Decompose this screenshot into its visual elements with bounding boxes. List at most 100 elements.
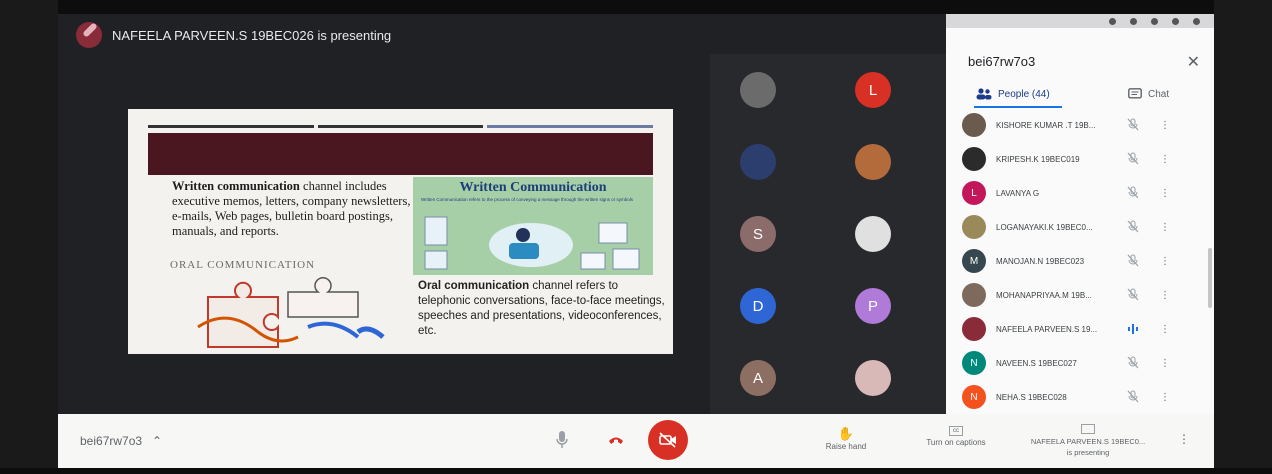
participant-avatar: N [962, 385, 986, 409]
captions-icon: cc [949, 426, 963, 436]
present-icon [1081, 424, 1095, 434]
mic-muted-icon [1126, 356, 1142, 370]
written-communication-lead: Written communication [172, 179, 300, 193]
participant-more-icon[interactable]: ⋮ [1160, 256, 1170, 267]
browser-icon[interactable] [1130, 17, 1137, 25]
more-options-icon[interactable]: ⋮ [1178, 432, 1190, 446]
tab-chat[interactable]: Chat [1128, 88, 1169, 100]
participant-row[interactable]: KISHORE KUMAR .T 19B... ⋮ [962, 108, 1212, 142]
chevron-up-icon: ⌃ [152, 434, 163, 448]
people-icon [976, 88, 992, 100]
oral-communication-lead: Oral communication [418, 280, 530, 292]
meeting-code-label: bei67rw7o3 [80, 434, 143, 448]
participant-tile[interactable] [855, 144, 891, 180]
participant-more-icon[interactable]: ⋮ [1160, 188, 1170, 199]
mic-muted-icon [1126, 152, 1142, 166]
close-icon[interactable]: ✕ [1187, 52, 1200, 72]
presentation-indicator[interactable]: NAFEELA PARVEEN.S 19BEC0... is presentin… [1018, 424, 1158, 458]
presenter-label: NAFEELA PARVEEN.S 19BEC026 is presenting [112, 27, 392, 43]
participant-more-icon[interactable]: ⋮ [1160, 392, 1170, 403]
participant-avatar: N [962, 351, 986, 375]
participant-more-icon[interactable]: ⋮ [1160, 324, 1170, 335]
mic-muted-icon [1126, 288, 1142, 302]
raise-hand-button[interactable]: ✋ Raise hand [816, 426, 876, 451]
participant-tile[interactable]: S [740, 216, 776, 252]
monitor-bezel-top [0, 0, 1272, 14]
browser-icon[interactable] [1151, 17, 1158, 25]
participant-tile[interactable]: A [740, 360, 776, 396]
participant-avatar [962, 147, 986, 171]
puzzle-pieces-illustration [197, 277, 385, 348]
participant-tile[interactable] [855, 216, 891, 252]
browser-icon[interactable] [1193, 17, 1200, 25]
raise-hand-label: Raise hand [825, 442, 867, 451]
camera-off-icon [659, 432, 676, 448]
participant-tile[interactable]: L [855, 72, 891, 108]
participant-name: MANOJAN.N 19BEC023 [996, 256, 1085, 266]
mic-muted-icon [1126, 186, 1142, 200]
hang-up-button[interactable] [608, 434, 624, 446]
participant-row[interactable]: KRIPESH.K 19BEC019 ⋮ [962, 142, 1212, 176]
microphone-button[interactable] [555, 430, 569, 450]
chat-icon [1128, 88, 1142, 99]
participant-name: NEHA.S 19BEC028 [996, 392, 1067, 402]
participant-avatar [962, 283, 986, 307]
browser-icon[interactable] [1172, 17, 1179, 25]
written-communication-image: Written Communication Written Communicat… [413, 177, 653, 275]
shared-slide: Written communication channel includes e… [128, 109, 673, 354]
tab-people-label: People (44) [998, 88, 1050, 100]
participant-tile[interactable] [855, 360, 891, 396]
participant-more-icon[interactable]: ⋮ [1160, 358, 1170, 369]
panel-meeting-code: bei67rw7o3 [968, 54, 1036, 69]
participant-row[interactable]: L LAVANYA G ⋮ [962, 176, 1212, 210]
participant-row[interactable]: N NAVEEN.S 19BEC027 ⋮ [962, 346, 1212, 380]
participant-name: LAVANYA G [996, 188, 1040, 198]
participant-more-icon[interactable]: ⋮ [1160, 290, 1170, 301]
oral-communication-text: Oral communication channel refers to tel… [418, 279, 668, 339]
participant-more-icon[interactable]: ⋮ [1160, 120, 1170, 131]
people-scrollbar[interactable] [1208, 248, 1212, 308]
image-subtitle: Written Communication refers to the proc… [421, 197, 634, 202]
participant-name: LOGANAYAKI.K 19BEC0... [996, 222, 1093, 232]
slide-banner [148, 133, 653, 175]
presenter-bar: NAFEELA PARVEEN.S 19BEC026 is presenting [76, 22, 391, 48]
presenter-name: NAFEELA PARVEEN.S 19BEC0... [1030, 437, 1146, 446]
writing-illustration [424, 216, 640, 270]
participant-tile[interactable]: P [855, 288, 891, 324]
participant-tile[interactable] [740, 72, 776, 108]
participant-row[interactable]: LOGANAYAKI.K 19BEC0... ⋮ [962, 210, 1212, 244]
mic-muted-icon [1126, 220, 1142, 234]
hand-icon: ✋ [837, 426, 855, 441]
captions-button[interactable]: cc Turn on captions [916, 426, 996, 447]
participant-name: NAVEEN.S 19BEC027 [996, 358, 1077, 368]
people-panel: bei67rw7o3 ✕ People (44) Chat KISHORE KU… [946, 28, 1214, 414]
participant-more-icon[interactable]: ⋮ [1160, 222, 1170, 233]
participant-row[interactable]: M MANOJAN.N 19BEC023 ⋮ [962, 244, 1212, 278]
meeting-details-toggle[interactable]: bei67rw7o3 ⌃ [80, 434, 162, 448]
captions-label: Turn on captions [926, 438, 986, 447]
participant-avatar [962, 215, 986, 239]
presenting-label: is presenting [1066, 448, 1110, 457]
monitor-bezel-right [1214, 0, 1272, 474]
meeting-controls-bar: bei67rw7o3 ⌃ ✋ Raise hand cc Turn on cap… [58, 414, 1214, 468]
participant-row[interactable]: MOHANAPRIYAA.M 19B... ⋮ [962, 278, 1212, 312]
participant-name: KISHORE KUMAR .T 19B... [996, 120, 1096, 130]
speaking-indicator-icon [1126, 322, 1142, 336]
tab-people[interactable]: People (44) [976, 88, 1050, 100]
mic-muted-icon [1126, 254, 1142, 268]
participant-avatar: M [962, 249, 986, 273]
participant-tile[interactable]: D [740, 288, 776, 324]
participant-name: MOHANAPRIYAA.M 19B... [996, 290, 1092, 300]
mic-muted-icon [1126, 118, 1142, 132]
people-list[interactable]: KISHORE KUMAR .T 19B... ⋮ KRIPESH.K 19BEC0… [962, 108, 1214, 414]
browser-icon[interactable] [1109, 17, 1116, 25]
participant-more-icon[interactable]: ⋮ [1160, 154, 1170, 165]
participant-tiles: L SD P A [710, 54, 946, 414]
browser-toolbar [938, 14, 1214, 28]
participant-tile[interactable] [740, 144, 776, 180]
participant-avatar [962, 113, 986, 137]
participant-row[interactable]: N NEHA.S 19BEC028 ⋮ [962, 380, 1212, 414]
monitor-bezel-bottom [0, 468, 1272, 474]
participant-row[interactable]: NAFEELA PARVEEN.S 19... ⋮ [962, 312, 1212, 346]
camera-off-button[interactable] [648, 420, 688, 460]
